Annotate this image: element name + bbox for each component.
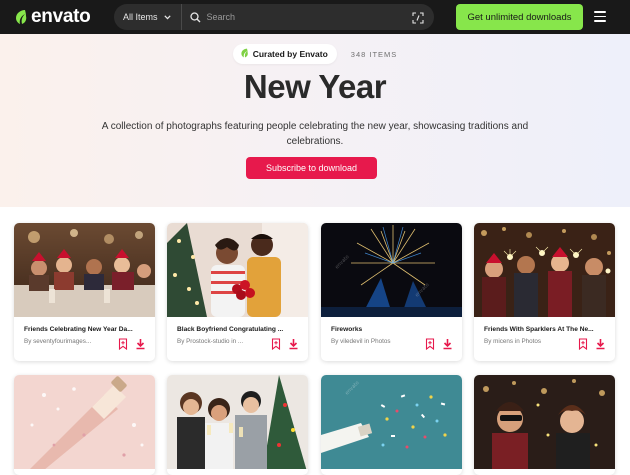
party-selfie-photo[interactable]: [474, 375, 615, 469]
envato-logo[interactable]: envato: [14, 6, 91, 28]
confetti-bottle-photo[interactable]: envato: [321, 375, 462, 469]
card-title[interactable]: Friends With Sparklers At The Ne...: [484, 326, 608, 333]
photo-card[interactable]: envato: [321, 375, 462, 475]
search-icon: [189, 11, 201, 23]
card-title[interactable]: Friends Celebrating New Year Da...: [24, 326, 148, 333]
download-icon[interactable]: [135, 337, 146, 355]
download-icon[interactable]: [442, 337, 453, 355]
card-author[interactable]: By Prostock-studio in ...: [177, 338, 267, 345]
search-bar: All Items: [114, 4, 434, 30]
card-author[interactable]: By viledevil in Photos: [331, 338, 421, 345]
collection-hero: Curated by Envato 348 ITEMS New Year A c…: [0, 34, 630, 207]
subscribe-button[interactable]: Subscribe to download: [246, 157, 377, 179]
bookmark-icon[interactable]: [118, 337, 128, 355]
photo-card[interactable]: envato envato Fireworks By viledevil in …: [321, 223, 462, 361]
bookmark-icon[interactable]: [578, 337, 588, 355]
logo-text: envato: [31, 6, 91, 27]
photo-card[interactable]: Black Boyfriend Congratulating ... By Pr…: [167, 223, 308, 361]
page-title: New Year: [243, 68, 387, 105]
envato-leaf-icon: [14, 9, 28, 25]
card-title[interactable]: Fireworks: [331, 326, 455, 333]
chevron-down-icon: [163, 14, 171, 20]
bookmark-icon[interactable]: [271, 337, 281, 355]
get-unlimited-downloads-button[interactable]: Get unlimited downloads: [456, 4, 583, 30]
photo-card[interactable]: [474, 375, 615, 475]
friends-toast-photo[interactable]: [167, 375, 308, 469]
dinner-party-photo[interactable]: [14, 223, 155, 317]
top-navigation-bar: envato All Items Get unlimited downloads: [0, 0, 630, 34]
card-author[interactable]: By micens in Photos: [484, 338, 574, 345]
download-icon[interactable]: [288, 337, 299, 355]
item-count: 348 ITEMS: [350, 49, 398, 59]
search-scope-label: All Items: [123, 12, 158, 22]
hamburger-menu-icon[interactable]: [594, 11, 606, 22]
collection-meta: Curated by Envato 348 ITEMS: [0, 44, 630, 64]
card-author[interactable]: By seventyfourimages...: [24, 338, 114, 345]
search-input[interactable]: [206, 12, 407, 22]
curated-badge-label: Curated by Envato: [252, 49, 328, 59]
photo-card[interactable]: Friends Celebrating New Year Da... By se…: [14, 223, 155, 361]
photo-card[interactable]: [14, 375, 155, 475]
collection-description: A collection of photographs featuring pe…: [101, 121, 529, 147]
champagne-bottle-photo[interactable]: [14, 375, 155, 469]
search-scope-dropdown[interactable]: All Items: [114, 4, 182, 30]
photo-card[interactable]: Friends With Sparklers At The Ne... By m…: [474, 223, 615, 361]
visual-search-icon[interactable]: [412, 11, 424, 29]
fireworks-photo[interactable]: envato envato: [321, 223, 462, 317]
bookmark-icon[interactable]: [425, 337, 435, 355]
download-icon[interactable]: [595, 337, 606, 355]
couple-roses-photo[interactable]: [167, 223, 308, 317]
card-title[interactable]: Black Boyfriend Congratulating ...: [177, 326, 301, 333]
sparklers-photo[interactable]: [474, 223, 615, 317]
envato-leaf-icon: [240, 48, 249, 60]
photo-card[interactable]: [167, 375, 308, 475]
curated-badge: Curated by Envato: [232, 44, 337, 64]
